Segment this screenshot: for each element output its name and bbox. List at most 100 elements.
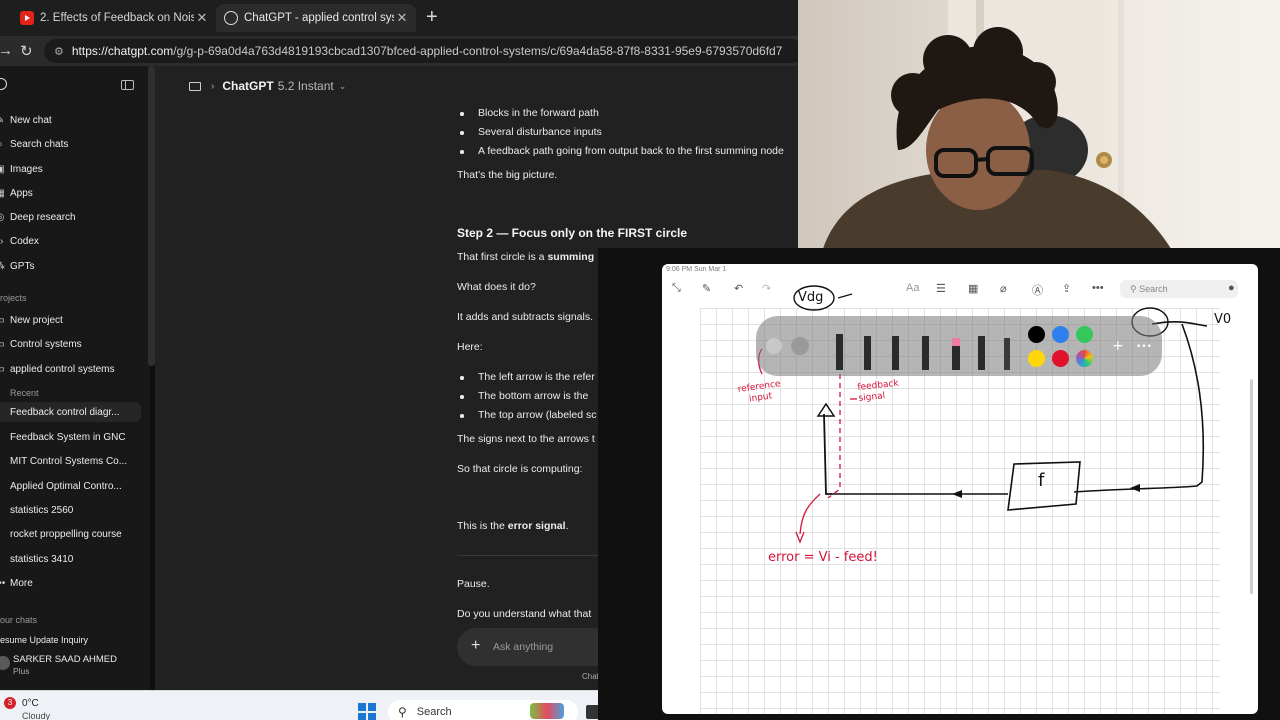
sidebar-item-search-chats[interactable]: ⌕ Search chats	[0, 134, 145, 154]
recent-chat-item[interactable]: MIT Control Systems Co...	[0, 451, 145, 471]
tab-youtube[interactable]: 2. Effects of Feedback on Noise an ✕	[12, 4, 216, 32]
chatgpt-icon	[224, 11, 238, 25]
folder-open-icon: ▭	[0, 364, 6, 375]
recent-chat-item[interactable]: Applied Optimal Contro...	[0, 476, 145, 496]
recent-chat-item[interactable]: Feedback System in GNC	[0, 427, 145, 447]
address-bar-row: → ↻ ⚙ https://chatgpt.com/g/g-p-69a0d4a7…	[0, 36, 804, 66]
site-info-icon[interactable]: ⚙	[54, 45, 64, 58]
sidebar-item-deep-research[interactable]: ◎ Deep research	[0, 207, 145, 227]
notification-badge[interactable]: 3	[4, 697, 16, 709]
new-tab-button[interactable]: +	[426, 6, 438, 28]
browser-tab-bar: 2. Effects of Feedback on Noise an ✕ Cha…	[0, 0, 800, 36]
color-swatch-blue[interactable]	[1052, 326, 1069, 343]
close-icon[interactable]: ✕	[194, 10, 210, 26]
search-icon: ⌕	[0, 139, 6, 150]
message-text: Pause.	[457, 578, 490, 590]
add-tool-icon: +	[1112, 338, 1124, 354]
sidebar-item-gpts[interactable]: ⁂ GPTs	[0, 256, 145, 276]
canvas-scrollbar[interactable]	[1250, 379, 1253, 594]
chatgpt-logo-icon[interactable]	[0, 78, 7, 90]
your-chats-heading: our chats	[0, 615, 38, 625]
apps-icon: ▦	[0, 188, 6, 199]
sidebar-item-label: Codex	[10, 235, 39, 247]
sidebar-item-label: Search chats	[10, 138, 69, 150]
message-text: It adds and subtracts signals.	[457, 311, 593, 323]
sidebar-item-control-systems[interactable]: ▭ Control systems	[0, 334, 145, 354]
close-icon[interactable]: ✕	[394, 10, 410, 26]
search-highlight-icon[interactable]	[530, 703, 564, 719]
list-item: The left arrow is the refer	[460, 371, 595, 383]
projects-heading: rojects	[0, 293, 27, 303]
chevron-down-icon[interactable]: ⌄	[339, 81, 347, 92]
message-text: So that circle is computing:	[457, 463, 583, 475]
handwriting-error-equation: error = Vi - feed!	[768, 550, 878, 565]
recent-heading: Recent	[10, 388, 39, 398]
weather-temperature[interactable]: 0°C	[22, 698, 39, 709]
color-swatch-black[interactable]	[1028, 326, 1045, 343]
recent-chat-item[interactable]: rocket proppelling course	[0, 524, 145, 544]
recent-chat-item[interactable]: statistics 3410	[0, 549, 145, 569]
sidebar-item-applied-control-systems[interactable]: ▭ applied control systems	[0, 359, 145, 379]
windows-start-icon[interactable]	[358, 703, 376, 720]
recent-chat-label: rocket proppelling course	[10, 528, 122, 540]
sidebar-item-apps[interactable]: ▦ Apps	[0, 183, 145, 203]
search-icon: ⚲	[398, 705, 407, 719]
folder-icon[interactable]	[189, 81, 201, 91]
webcam-feed	[798, 0, 1280, 270]
color-swatch-yellow[interactable]	[1028, 350, 1045, 367]
notes-app-window: 9:06 PM Sun Mar 1 ⤡ ✎ ↶ ↷ Aa ☰ ▦ ⌀ Ⓐ ⇪ •…	[598, 248, 1280, 720]
gpts-icon: ⁂	[0, 261, 6, 272]
recent-chat-item[interactable]: statistics 2560	[0, 500, 145, 520]
sidebar-item-more[interactable]: ••• More	[0, 573, 145, 593]
message-text: Here:	[457, 341, 483, 353]
sidebar-item-label: New project	[10, 314, 63, 326]
weather-condition[interactable]: Cloudy	[22, 711, 50, 720]
code-icon: ‹›	[0, 235, 4, 247]
sidebar-item-new-chat[interactable]: ✎ New chat	[0, 110, 145, 130]
avatar	[0, 656, 10, 670]
message-text: That first circle is a summing	[457, 251, 595, 263]
model-version[interactable]: 5.2 Instant	[278, 79, 334, 93]
sidebar-item-label: More	[10, 577, 33, 589]
url-text: https://chatgpt.com/g/g-p-69a0d4a763d481…	[71, 44, 783, 58]
chat-list-item[interactable]: esume Update Inquiry	[0, 634, 145, 646]
message-text: What does it do?	[457, 281, 536, 293]
feedback-path-vertical	[823, 413, 832, 495]
message-text: This is the error signal.	[457, 520, 569, 532]
pen-tool-icon	[836, 334, 843, 370]
pen-tool-palette: + •••	[756, 316, 1162, 376]
message-text: The signs next to the arrows t	[457, 433, 595, 445]
message-text: That’s the big picture.	[457, 169, 558, 181]
sidebar-item-images[interactable]: ▣ Images	[0, 159, 145, 179]
user-name: SARKER SAAD AHMED	[13, 654, 117, 665]
drawing-canvas[interactable]: 9:06 PM Sun Mar 1 ⤡ ✎ ↶ ↷ Aa ☰ ▦ ⌀ Ⓐ ⇪ •…	[662, 264, 1258, 714]
chevron-right-icon: ›	[211, 80, 215, 92]
arrow-head-icon	[1130, 484, 1140, 492]
sidebar-item-label: Control systems	[10, 338, 82, 350]
telescope-icon: ◎	[0, 212, 6, 223]
tab-chatgpt[interactable]: ChatGPT - applied control systems ✕	[216, 4, 416, 32]
list-item: Blocks in the forward path	[460, 107, 599, 119]
sidebar-item-codex[interactable]: ‹› Codex	[0, 231, 145, 251]
sidebar-toggle-icon[interactable]	[121, 80, 134, 90]
sidebar-item-new-project[interactable]: ▭ New project	[0, 310, 145, 330]
add-attachment-icon[interactable]: +	[471, 637, 480, 655]
model-name[interactable]: ChatGPT	[222, 79, 273, 93]
reload-icon[interactable]: ↻	[20, 42, 33, 60]
user-profile[interactable]: SARKER SAAD AHMED Plus	[0, 652, 150, 682]
recent-chat-label: statistics 2560	[10, 504, 74, 516]
handwriting-vdg: Vdg	[798, 290, 824, 305]
sidebar-item-label: Apps	[10, 187, 33, 199]
sidebar-item-label: New chat	[10, 114, 52, 126]
sidebar-scrollbar[interactable]	[148, 66, 155, 366]
address-bar[interactable]: ⚙ https://chatgpt.com/g/g-p-69a0d4a763d4…	[44, 39, 804, 63]
color-swatch-red[interactable]	[1052, 350, 1069, 367]
folder-plus-icon: ▭	[0, 315, 6, 326]
folder-icon: ▭	[0, 339, 6, 350]
forward-icon[interactable]: →	[0, 42, 13, 59]
recent-chat-item[interactable]: Feedback control diagr...	[0, 402, 141, 422]
color-swatch-green[interactable]	[1076, 326, 1093, 343]
composer-placeholder[interactable]: Ask anything	[493, 641, 553, 653]
arrow-head-icon	[816, 402, 836, 417]
color-picker-wheel[interactable]	[1076, 350, 1093, 367]
